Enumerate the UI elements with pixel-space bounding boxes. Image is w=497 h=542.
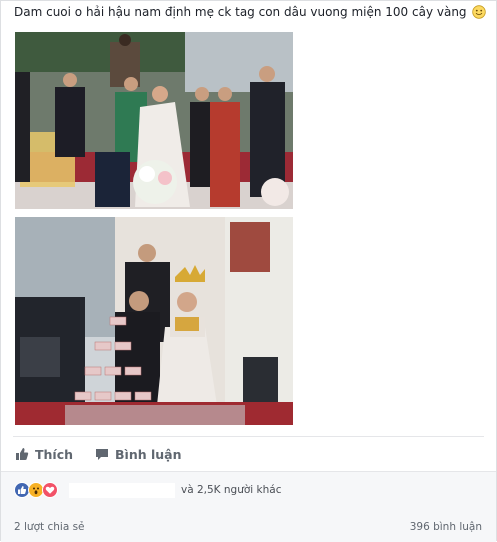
post-caption: Dam cuoi o hải hậu nam định mẹ ck tag co…: [14, 5, 467, 19]
love-icon: [42, 482, 58, 498]
post-photo-1[interactable]: [15, 32, 293, 209]
post-text: Dam cuoi o hải hậu nam định mẹ ck tag co…: [14, 4, 487, 20]
redacted-names: [69, 483, 175, 498]
reaction-icons[interactable]: [14, 482, 58, 498]
reaction-count-text[interactable]: và 2,5K người khác: [181, 484, 282, 496]
reactions-bar: và 2,5K người khác 2 lượt chia sẻ 396 bì…: [1, 471, 496, 542]
thumbs-up-icon: [16, 448, 29, 460]
facebook-post: Dam cuoi o hải hậu nam định mẹ ck tag co…: [0, 0, 497, 542]
post-actions: Thích Bình luận: [15, 444, 204, 464]
comment-button[interactable]: Bình luận: [95, 446, 182, 462]
comment-label: Bình luận: [115, 446, 182, 462]
comments-count[interactable]: 396 bình luận: [410, 521, 482, 533]
post-photo-2[interactable]: [15, 217, 293, 425]
comment-icon: [96, 449, 109, 460]
actions-divider: [13, 436, 484, 437]
like-label: Thích: [35, 446, 74, 462]
shares-count[interactable]: 2 lượt chia sẻ: [14, 521, 85, 533]
like-button[interactable]: Thích: [15, 447, 73, 462]
smiley-face-icon: [472, 5, 487, 19]
